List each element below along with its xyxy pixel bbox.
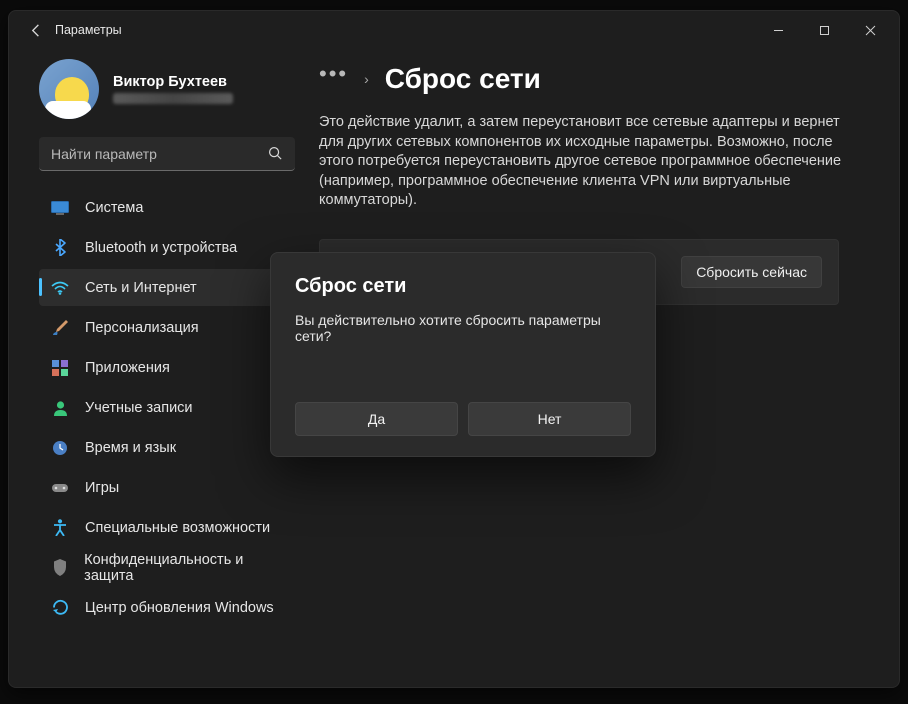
dialog-title: Сброс сети <box>295 275 631 298</box>
yes-button[interactable]: Да <box>295 402 458 436</box>
settings-window: Параметры Виктор Бухтеев <box>8 10 900 688</box>
confirm-dialog: Сброс сети Вы действительно хотите сброс… <box>270 252 656 457</box>
dialog-buttons: Да Нет <box>295 402 631 436</box>
no-button[interactable]: Нет <box>468 402 631 436</box>
dialog-message: Вы действительно хотите сбросить парамет… <box>295 312 631 344</box>
